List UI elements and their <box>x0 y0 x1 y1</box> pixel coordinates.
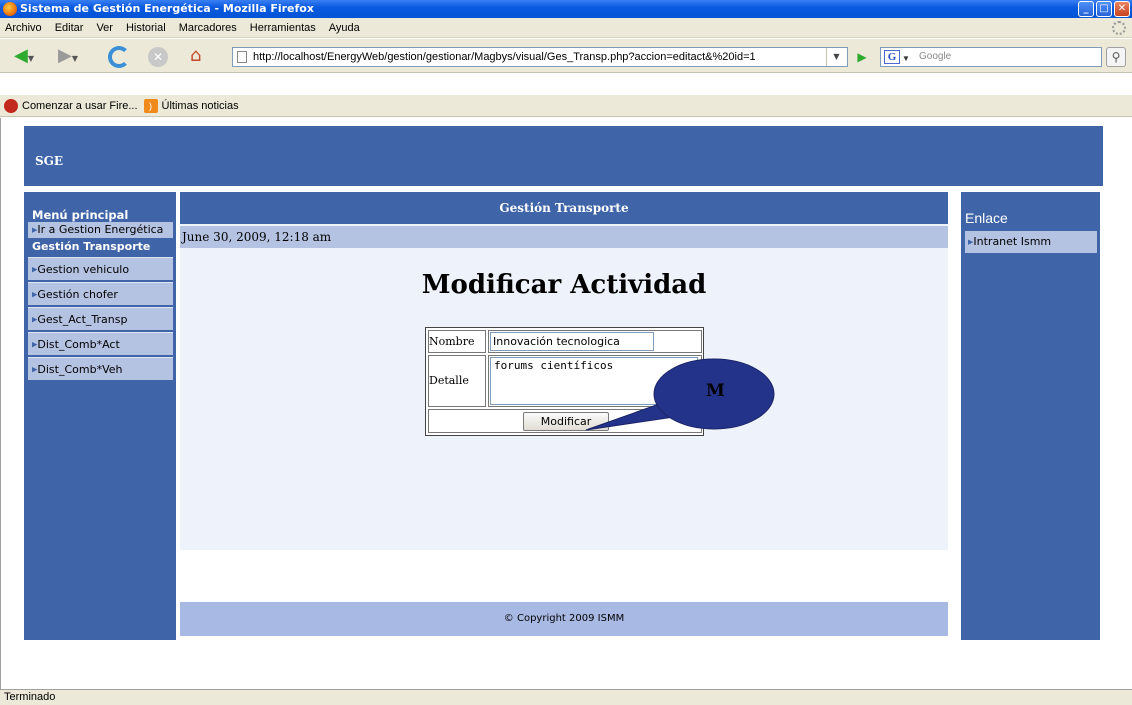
link-intranet-ismm[interactable]: ▶Intranet Ismm <box>965 231 1097 253</box>
menu-herramientas[interactable]: Herramientas <box>250 22 316 34</box>
throbber-icon <box>1112 21 1126 35</box>
reload-icon[interactable] <box>108 46 130 68</box>
site-title: SGE <box>35 154 64 168</box>
section-title: Gestión Transporte <box>180 192 948 224</box>
nombre-cell: Innovación tecnologica <box>488 330 702 353</box>
bookmark-label: Comenzar a usar Fire... <box>22 99 138 112</box>
search-icon[interactable]: ⚲ <box>1106 47 1126 67</box>
sidebar-item-label: Ir a Gestion Energética <box>37 223 164 236</box>
page-icon <box>237 51 247 63</box>
search-engine-dropdown-icon[interactable]: ▼ <box>902 50 910 68</box>
status-bar: Terminado <box>0 689 1132 705</box>
menu-ayuda[interactable]: Ayuda <box>329 22 360 34</box>
nav-section-title: Gestión Transporte <box>32 240 151 253</box>
bookmark-label: Últimas noticias <box>161 99 239 112</box>
close-icon[interactable]: ✕ <box>1114 1 1130 17</box>
bookmarks-toolbar: Comenzar a usar Fire... ) Últimas notici… <box>0 95 1132 117</box>
menu-marcadores[interactable]: Marcadores <box>179 22 237 34</box>
window-titlebar: Sistema de Gestión Energética - Mozilla … <box>0 0 1132 18</box>
sidebar-item-gestion-vehiculo[interactable]: ▶Gestion vehiculo <box>28 257 173 280</box>
right-sidebar: Enlace ▶Intranet Ismm <box>961 192 1100 640</box>
link-label: Intranet Ismm <box>973 235 1052 248</box>
bookmark-getting-started[interactable]: Comenzar a usar Fire... <box>4 98 138 113</box>
search-input[interactable]: G ▼ Google <box>880 47 1102 67</box>
firefox-icon <box>3 2 17 16</box>
menu-ver[interactable]: Ver <box>96 22 113 34</box>
menu-editar[interactable]: Editar <box>55 22 84 34</box>
detalle-label: Detalle <box>428 355 486 407</box>
callout-label: M <box>706 381 725 401</box>
bookmark-latest-news[interactable]: ) Últimas noticias <box>142 98 239 113</box>
url-dropdown-icon[interactable]: ▼ <box>826 48 846 66</box>
sidebar-item-label: Gestión chofer <box>37 288 118 301</box>
sidebar-item-gestion-chofer[interactable]: ▶Gestión chofer <box>28 282 173 305</box>
links-title: Enlace <box>965 210 1008 226</box>
window-title: Sistema de Gestión Energética - Mozilla … <box>20 2 314 15</box>
menu-archivo[interactable]: Archivo <box>5 22 42 34</box>
page-content: SGE Menú principal ▶Ir a Gestion Energét… <box>0 118 1132 689</box>
sidebar-item-label: Gestion vehiculo <box>37 263 130 276</box>
rss-icon: ) <box>143 98 158 113</box>
window-controls: _ □ ✕ <box>1078 1 1130 17</box>
callout-bubble <box>585 358 775 431</box>
forward-icon[interactable]: ▶▼ <box>58 45 78 67</box>
date-label: June 30, 2009, 12:18 am <box>180 226 948 248</box>
sidebar-item-gest-act-transp[interactable]: ▶Gest_Act_Transp <box>28 307 173 330</box>
sidebar-item-label: Dist_Comb*Act <box>37 338 120 351</box>
status-text: Terminado <box>4 691 56 703</box>
left-sidebar: Menú principal ▶Ir a Gestion Energética … <box>24 192 176 640</box>
sidebar-item-dist-comb-veh[interactable]: ▶Dist_Comb*Veh <box>28 357 173 380</box>
go-icon[interactable]: ▶ <box>852 49 872 65</box>
firefox-bookmark-icon <box>4 98 18 113</box>
url-text: http://localhost/EnergyWeb/gestion/gesti… <box>253 51 756 63</box>
minimize-icon[interactable]: _ <box>1078 1 1094 17</box>
search-placeholder: Google <box>919 51 952 62</box>
maximize-icon[interactable]: □ <box>1096 1 1112 17</box>
nombre-label: Nombre <box>428 330 486 353</box>
back-icon[interactable]: ◀▼ <box>14 45 34 67</box>
home-icon[interactable]: ⌂ <box>190 45 201 67</box>
site-footer: © Copyright 2009 ISMM <box>180 602 948 636</box>
sidebar-item-dist-comb-act[interactable]: ▶Dist_Comb*Act <box>28 332 173 355</box>
page-title: Modificar Actividad <box>421 270 707 300</box>
sidebar-item-label: Gest_Act_Transp <box>37 313 128 326</box>
main-panel: Gestión Transporte June 30, 2009, 12:18 … <box>180 192 948 550</box>
google-icon[interactable]: G <box>884 50 900 64</box>
sidebar-item-label: Dist_Comb*Veh <box>37 363 123 376</box>
sidebar-item-gestion-energetica[interactable]: ▶Ir a Gestion Energética <box>28 222 173 239</box>
nav-heading: Menú principal <box>32 208 129 222</box>
stop-icon[interactable]: ✕ <box>148 47 168 67</box>
menu-historial[interactable]: Historial <box>126 22 166 34</box>
navigation-toolbar: ◀▼ ▶▼ ✕ ⌂ http://localhost/EnergyWeb/ges… <box>0 39 1132 73</box>
nombre-input[interactable]: Innovación tecnologica <box>490 332 654 351</box>
site-header: SGE <box>24 126 1103 186</box>
menu-bar: Archivo Editar Ver Historial Marcadores … <box>0 18 1132 38</box>
url-input[interactable]: http://localhost/EnergyWeb/gestion/gesti… <box>232 47 848 67</box>
